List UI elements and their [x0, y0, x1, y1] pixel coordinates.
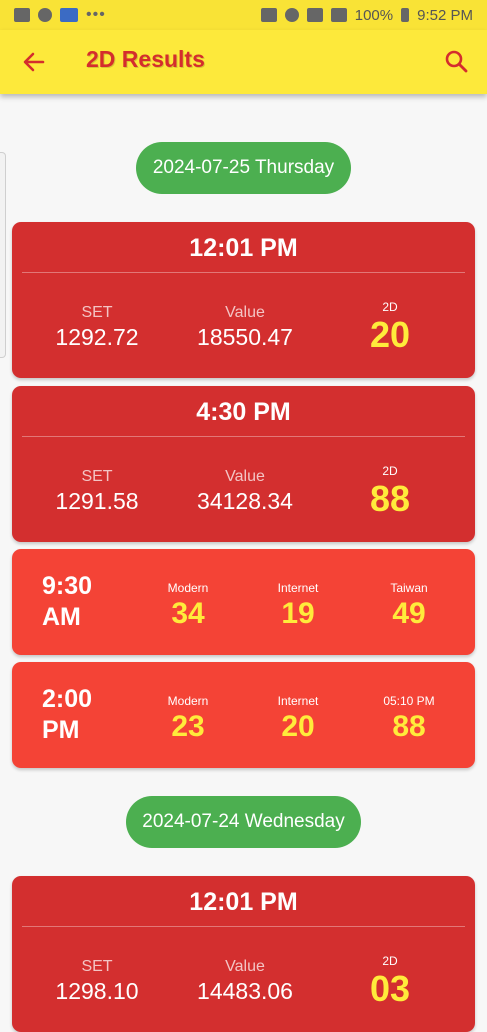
- value-amount: 14483.06: [197, 978, 293, 1004]
- status-bar-right: 100% 9:52 PM: [260, 6, 473, 24]
- app-bar: 2D Results: [0, 30, 487, 94]
- modern-column: Modern 23: [138, 694, 238, 744]
- set-value: 1298.10: [55, 978, 139, 1004]
- wifi-icon: [306, 8, 323, 22]
- value-column: Value 14483.06: [180, 958, 310, 1005]
- clock: 9:52 PM: [417, 6, 473, 24]
- internet-column: Internet 19: [248, 581, 348, 631]
- value-label: Value: [225, 468, 265, 485]
- taiwan-column: Taiwan 49: [359, 581, 459, 631]
- date-pill: 2024-07-25 Thursday: [136, 142, 351, 194]
- session-time: 2:00 PM: [42, 684, 92, 746]
- internet-value: 20: [281, 710, 315, 743]
- people-icon: [38, 8, 52, 22]
- modern-label: Modern: [167, 694, 209, 708]
- extra-result-card[interactable]: 2:00 PM Modern 23 Internet 20 05:10 PM 8…: [12, 662, 475, 768]
- twod-label: 2D: [382, 300, 398, 314]
- set-column: SET 1292.72: [42, 304, 152, 351]
- session-time-hour: 2:00: [42, 685, 93, 713]
- value-column: Value 18550.47: [180, 304, 310, 351]
- taiwan-value: 49: [392, 597, 426, 630]
- set-column: SET 1298.10: [42, 958, 152, 1005]
- set-label: SET: [81, 468, 113, 485]
- more-notifications-icon: •••: [86, 6, 106, 23]
- twod-number: 20: [369, 314, 411, 355]
- internet-label: Internet: [277, 694, 319, 708]
- modern-label: Modern: [167, 581, 209, 595]
- gallery-icon: [14, 8, 30, 22]
- battery-icon: [401, 8, 410, 22]
- session-time: 12:01 PM: [189, 888, 298, 916]
- session-time: 4:30 PM: [196, 398, 291, 426]
- result-card[interactable]: 12:01 PM SET 1298.10 Value 14483.06 2D 0…: [12, 876, 475, 1032]
- divider: [22, 926, 465, 927]
- session-time-period: PM: [42, 716, 80, 744]
- modern-value: 34: [171, 597, 205, 630]
- twod-column: 2D 88: [350, 464, 430, 520]
- status-bar-left: •••: [14, 6, 106, 24]
- back-button[interactable]: [18, 46, 50, 78]
- set-label: SET: [81, 304, 113, 321]
- session-time-hour: 9:30: [42, 572, 93, 600]
- extra-result-card[interactable]: 9:30 AM Modern 34 Internet 19 Taiwan 49: [12, 549, 475, 655]
- set-value: 1291.58: [55, 488, 139, 514]
- session-time: 9:30 AM: [42, 571, 92, 633]
- value-column: Value 34128.34: [180, 468, 310, 515]
- result-card[interactable]: 12:01 PM SET 1292.72 Value 18550.47 2D 2…: [12, 222, 475, 378]
- evening-value: 88: [392, 710, 426, 743]
- arrow-left-icon: [23, 52, 45, 72]
- signal-icon: [330, 8, 347, 22]
- value-amount: 34128.34: [197, 488, 293, 514]
- page-title: 2D Results: [86, 46, 205, 72]
- twod-column: 2D 03: [350, 954, 430, 1010]
- set-column: SET 1291.58: [42, 468, 152, 515]
- alarm-icon: [284, 8, 299, 22]
- status-bar: ••• 100% 9:52 PM: [0, 0, 487, 30]
- evening-column: 05:10 PM 88: [359, 694, 459, 744]
- divider: [22, 272, 465, 273]
- modern-column: Modern 34: [138, 581, 238, 631]
- evening-label: 05:10 PM: [383, 694, 435, 708]
- value-label: Value: [225, 958, 265, 975]
- twod-column: 2D 20: [350, 300, 430, 356]
- side-handle[interactable]: [0, 152, 6, 358]
- result-card[interactable]: 4:30 PM SET 1291.58 Value 34128.34 2D 88: [12, 386, 475, 542]
- news-icon: [60, 8, 78, 22]
- twod-label: 2D: [382, 954, 398, 968]
- session-time: 12:01 PM: [189, 234, 298, 262]
- twod-number: 03: [369, 968, 411, 1009]
- search-icon: [445, 50, 468, 73]
- modern-value: 23: [171, 710, 205, 743]
- mute-icon: [260, 8, 277, 22]
- internet-value: 19: [281, 597, 315, 630]
- set-value: 1292.72: [55, 324, 139, 350]
- value-label: Value: [225, 304, 265, 321]
- internet-label: Internet: [277, 581, 319, 595]
- internet-column: Internet 20: [248, 694, 348, 744]
- twod-label: 2D: [382, 464, 398, 478]
- divider: [22, 436, 465, 437]
- value-amount: 18550.47: [197, 324, 293, 350]
- battery-level: 100%: [354, 6, 394, 24]
- twod-number: 88: [369, 478, 411, 519]
- taiwan-label: Taiwan: [390, 581, 428, 595]
- set-label: SET: [81, 958, 113, 975]
- search-button[interactable]: [441, 46, 473, 78]
- session-time-period: AM: [42, 603, 81, 631]
- date-pill: 2024-07-24 Wednesday: [126, 796, 361, 848]
